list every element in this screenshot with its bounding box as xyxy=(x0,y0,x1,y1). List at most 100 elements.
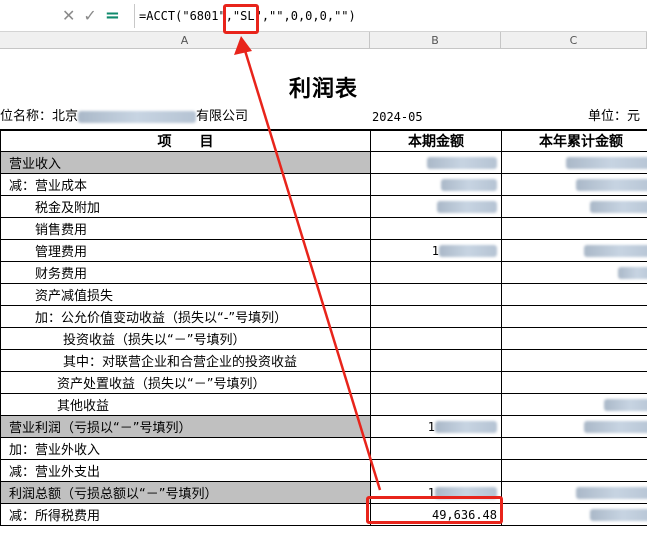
formula-input[interactable]: =ACCT("6801","SL","",0,0,0,"") xyxy=(134,4,647,28)
row-item-label[interactable]: 减：营业外支出 xyxy=(0,459,371,482)
currency-unit[interactable]: 单位：元 xyxy=(588,107,640,127)
row-current-amount[interactable] xyxy=(370,283,502,306)
redacted-mask xyxy=(576,487,647,499)
row-current-amount[interactable] xyxy=(370,327,502,350)
row-ytd-amount[interactable] xyxy=(501,173,647,196)
formula-bar-buttons: ✕ ✓ = xyxy=(62,6,120,26)
row-current-amount[interactable]: 1 xyxy=(370,239,502,262)
row-ytd-amount[interactable] xyxy=(501,459,647,482)
redacted-mask xyxy=(576,179,647,191)
row-current-amount[interactable] xyxy=(370,217,502,240)
row-ytd-amount[interactable] xyxy=(501,327,647,350)
function-equals-icon[interactable]: = xyxy=(105,6,120,26)
column-header-bar: A B C xyxy=(0,32,647,49)
row-current-amount[interactable] xyxy=(370,349,502,372)
table-row: 税金及附加 xyxy=(0,195,647,218)
redacted-mask xyxy=(584,245,647,257)
row-ytd-amount[interactable] xyxy=(501,371,647,394)
row-ytd-amount[interactable] xyxy=(501,503,647,526)
row-item-label[interactable]: 资产减值损失 xyxy=(0,283,371,306)
table-row: 加：公允价值变动收益（损失以“-”号填列） xyxy=(0,305,647,328)
company-name-prefix: 位名称：北京 xyxy=(0,109,79,124)
row-item-label[interactable]: 加：营业外收入 xyxy=(0,437,371,460)
redacted-mask xyxy=(584,421,647,433)
redacted-mask xyxy=(437,201,497,213)
column-header-c[interactable]: C xyxy=(501,32,647,49)
row-ytd-amount[interactable] xyxy=(501,415,647,438)
table-row: 其他收益 xyxy=(0,393,647,416)
header-item[interactable]: 项 目 xyxy=(0,129,371,152)
report-title[interactable]: 利润表 xyxy=(0,71,647,103)
table-row: 营业利润（亏损以“－”号填列） 1 xyxy=(0,415,647,438)
column-header-a[interactable]: A xyxy=(0,32,370,49)
table-row: 减：所得税费用 49,636.48 xyxy=(0,503,647,526)
row-item-label[interactable]: 其他收益 xyxy=(0,393,371,416)
row-item-label[interactable]: 加：公允价值变动收益（损失以“-”号填列） xyxy=(0,305,371,328)
row-item-label[interactable]: 营业利润（亏损以“－”号填列） xyxy=(0,415,371,438)
column-header-b[interactable]: B xyxy=(370,32,501,49)
row-current-amount[interactable] xyxy=(370,459,502,482)
row-current-amount[interactable] xyxy=(370,437,502,460)
row-item-label[interactable]: 营业收入 xyxy=(0,151,371,174)
row-item-label[interactable]: 销售费用 xyxy=(0,217,371,240)
worksheet: 利润表 位名称：北京 有限公司 2024-05 单位：元 项 目 本期金额 本年累… xyxy=(0,49,647,536)
cancel-icon[interactable]: ✕ xyxy=(62,6,75,26)
row-item-label[interactable]: 减：营业成本 xyxy=(0,173,371,196)
row-current-amount-text: 1 xyxy=(431,243,439,258)
row-current-amount[interactable] xyxy=(370,305,502,328)
row-current-amount[interactable]: 1 xyxy=(370,415,502,438)
redacted-mask xyxy=(78,110,197,123)
row-item-label[interactable]: 管理费用 xyxy=(0,239,371,262)
company-name-suffix: 有限公司 xyxy=(196,109,249,124)
row-ytd-amount[interactable] xyxy=(501,393,647,416)
report-period[interactable]: 2024-05 xyxy=(372,107,423,127)
row-current-amount[interactable] xyxy=(370,195,502,218)
row-ytd-amount[interactable] xyxy=(501,283,647,306)
row-ytd-amount[interactable] xyxy=(501,349,647,372)
row-current-amount-text: 1 xyxy=(427,419,435,434)
redacted-mask xyxy=(427,157,497,169)
table-row: 营业收入 xyxy=(0,151,647,174)
row-ytd-amount[interactable] xyxy=(501,305,647,328)
row-item-label[interactable]: 财务费用 xyxy=(0,261,371,284)
row-current-amount[interactable] xyxy=(370,371,502,394)
header-ytd-amount[interactable]: 本年累计金额 xyxy=(501,129,647,152)
table-row: 财务费用 xyxy=(0,261,647,284)
row-current-amount[interactable] xyxy=(370,151,502,174)
row-item-label[interactable]: 税金及附加 xyxy=(0,195,371,218)
check-icon[interactable]: ✓ xyxy=(83,6,96,26)
row-ytd-amount[interactable] xyxy=(501,195,647,218)
row-item-label[interactable]: 资产处置收益（损失以“－”号填列） xyxy=(0,371,371,394)
row-ytd-amount[interactable] xyxy=(501,151,647,174)
row-ytd-amount[interactable] xyxy=(501,437,647,460)
header-current-amount[interactable]: 本期金额 xyxy=(370,129,502,152)
table-row: 资产减值损失 xyxy=(0,283,647,306)
redacted-mask xyxy=(439,245,497,257)
row-item-label[interactable]: 其中：对联营企业和合营企业的投资收益 xyxy=(0,349,371,372)
redacted-mask xyxy=(590,201,647,213)
row-current-amount[interactable] xyxy=(370,393,502,416)
redacted-mask xyxy=(590,509,647,521)
redacted-mask xyxy=(604,399,647,411)
table-row: 减：营业外支出 xyxy=(0,459,647,482)
formula-bar: ✕ ✓ = =ACCT("6801","SL","",0,0,0,"") xyxy=(0,0,647,32)
table-row: 投资收益（损失以“－”号填列） xyxy=(0,327,647,350)
redacted-mask xyxy=(566,157,647,169)
row-ytd-amount[interactable] xyxy=(501,217,647,240)
row-item-label[interactable]: 利润总额（亏损总额以“－”号填列） xyxy=(0,481,371,504)
value-highlight-box xyxy=(366,496,503,524)
row-ytd-amount[interactable] xyxy=(501,481,647,504)
row-ytd-amount[interactable] xyxy=(501,239,647,262)
row-ytd-amount[interactable] xyxy=(501,261,647,284)
table-row: 管理费用 1 xyxy=(0,239,647,262)
table-row: 资产处置收益（损失以“－”号填列） xyxy=(0,371,647,394)
row-current-amount[interactable] xyxy=(370,261,502,284)
row-current-amount[interactable] xyxy=(370,173,502,196)
table-header-row: 项 目 本期金额 本年累计金额 xyxy=(0,129,647,152)
table-row: 利润总额（亏损总额以“－”号填列） 1 xyxy=(0,481,647,504)
row-item-label[interactable]: 减：所得税费用 xyxy=(0,503,371,526)
table-row: 其中：对联营企业和合营企业的投资收益 xyxy=(0,349,647,372)
redacted-mask xyxy=(618,267,647,279)
row-item-label[interactable]: 投资收益（损失以“－”号填列） xyxy=(0,327,371,350)
company-name[interactable]: 位名称：北京 有限公司 xyxy=(0,107,248,127)
